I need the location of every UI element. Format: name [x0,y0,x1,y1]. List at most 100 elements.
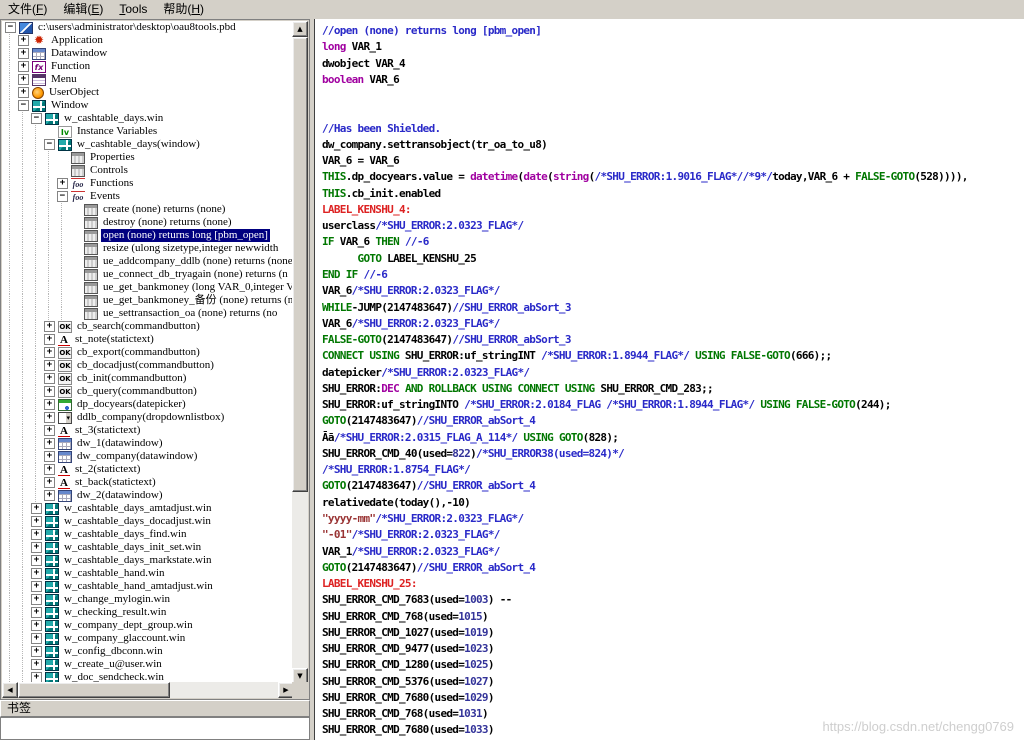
expand-toggle-icon[interactable]: + [31,646,42,657]
expand-toggle-icon[interactable]: + [44,451,55,462]
tree-item[interactable]: open (none) returns long [pbm_open] [2,229,294,242]
tree-item[interactable]: +dw_1(datawindow) [2,437,294,450]
expand-toggle-icon[interactable]: + [44,373,55,384]
tree-item[interactable]: +fxFunction [2,60,294,73]
tree-item[interactable]: Properties [2,151,294,164]
tree-item[interactable]: ue_get_bankmoney_备份 (none) returns (n [2,294,294,307]
tree-item[interactable]: Controls [2,164,294,177]
expand-toggle-icon[interactable]: + [44,399,55,410]
tree-item[interactable]: +OKcb_docadjust(commandbutton) [2,359,294,372]
expand-toggle-icon[interactable]: + [31,503,42,514]
tree-item[interactable]: −w_cashtable_days(window) [2,138,294,151]
expand-toggle-icon[interactable]: + [44,347,55,358]
tree-vertical-scrollbar[interactable]: ▲ ▼ [292,21,308,684]
tree-item[interactable]: destroy (none) returns (none) [2,216,294,229]
tree-item[interactable]: +Ast_back(statictext) [2,476,294,489]
expand-toggle-icon[interactable]: + [44,438,55,449]
tree-item[interactable]: +OKcb_export(commandbutton) [2,346,294,359]
scroll-left-arrow-icon[interactable]: ◀ [2,682,18,698]
bookmarks-header[interactable]: 书签 [0,700,310,717]
collapse-toggle-icon[interactable]: − [57,191,68,202]
tree-item[interactable]: +w_cashtable_days_docadjust.win [2,515,294,528]
tree-item[interactable]: create (none) returns (none) [2,203,294,216]
tree-item[interactable]: −Window [2,99,294,112]
expand-toggle-icon[interactable]: + [44,334,55,345]
tree-item[interactable]: IvInstance Variables [2,125,294,138]
bookmarks-list[interactable] [0,717,310,740]
tree-item[interactable]: −c:\users\administrator\desktop\oau8tool… [2,21,294,34]
tree-horizontal-scrollbar[interactable]: ◀ ▶ [2,682,294,698]
expand-toggle-icon[interactable]: + [44,386,55,397]
expand-toggle-icon[interactable]: + [44,490,55,501]
collapse-toggle-icon[interactable]: − [5,22,16,33]
code-editor[interactable]: //open (none) returns long [pbm_open]lon… [314,19,1024,740]
tree-item[interactable]: +✹Application [2,34,294,47]
tree-item[interactable]: +w_cashtable_days_amtadjust.win [2,502,294,515]
tree-item[interactable]: +Datawindow [2,47,294,60]
tree-item[interactable]: +w_cashtable_days_init_set.win [2,541,294,554]
expand-toggle-icon[interactable]: + [31,659,42,670]
tree-item[interactable]: +OKcb_init(commandbutton) [2,372,294,385]
tree-item[interactable]: +w_cashtable_days_find.win [2,528,294,541]
collapse-toggle-icon[interactable]: − [44,139,55,150]
tree-item[interactable]: ue_connect_db_tryagain (none) returns (n [2,268,294,281]
tree-item[interactable]: +w_cashtable_hand_amtadjust.win [2,580,294,593]
tree-item[interactable]: ue_settransaction_oa (none) returns (no [2,307,294,320]
expand-toggle-icon[interactable]: + [44,425,55,436]
expand-toggle-icon[interactable]: + [31,607,42,618]
scroll-up-arrow-icon[interactable]: ▲ [292,21,308,37]
expand-toggle-icon[interactable]: + [44,477,55,488]
expand-toggle-icon[interactable]: + [44,412,55,423]
expand-toggle-icon[interactable]: + [31,516,42,527]
tree-item[interactable]: +w_checking_result.win [2,606,294,619]
tree-item[interactable]: +Ast_3(statictext) [2,424,294,437]
expand-toggle-icon[interactable]: + [57,178,68,189]
tree-item[interactable]: +Ast_note(statictext) [2,333,294,346]
tree-item[interactable]: +w_create_u@user.win [2,658,294,671]
vertical-scroll-thumb[interactable] [292,37,308,492]
tree-item[interactable]: +w_cashtable_hand.win [2,567,294,580]
tree-item[interactable]: ue_addcompany_ddlb (none) returns (none [2,255,294,268]
expand-toggle-icon[interactable]: + [31,555,42,566]
expand-toggle-icon[interactable]: + [18,35,29,46]
object-tree[interactable]: −c:\users\administrator\desktop\oau8tool… [2,21,294,684]
tree-item[interactable]: +UserObject [2,86,294,99]
expand-toggle-icon[interactable]: + [31,568,42,579]
expand-toggle-icon[interactable]: + [44,321,55,332]
tree-item[interactable]: +dp_docyears(datepicker) [2,398,294,411]
tree-item[interactable]: +OKcb_search(commandbutton) [2,320,294,333]
tree-item[interactable]: −fooEvents [2,190,294,203]
expand-toggle-icon[interactable]: + [31,542,42,553]
expand-toggle-icon[interactable]: + [18,74,29,85]
tree-item[interactable]: +OKcb_query(commandbutton) [2,385,294,398]
tree-item[interactable]: +w_cashtable_days_markstate.win [2,554,294,567]
tree-item[interactable]: +w_company_dept_group.win [2,619,294,632]
expand-toggle-icon[interactable]: + [18,61,29,72]
menu-item-file[interactable]: 文件(F) [0,0,55,19]
tree-item[interactable]: +Menu [2,73,294,86]
tree-item[interactable]: −w_cashtable_days.win [2,112,294,125]
collapse-toggle-icon[interactable]: − [18,100,29,111]
tree-item[interactable]: +w_change_mylogin.win [2,593,294,606]
tree-item[interactable]: +fooFunctions [2,177,294,190]
tree-item[interactable]: resize (ulong sizetype,integer newwidth [2,242,294,255]
expand-toggle-icon[interactable]: + [44,360,55,371]
expand-toggle-icon[interactable]: + [31,594,42,605]
menu-item-help[interactable]: 帮助(H) [155,0,212,19]
tree-item[interactable]: +dw_2(datawindow) [2,489,294,502]
tree-item[interactable]: +w_config_dbconn.win [2,645,294,658]
expand-toggle-icon[interactable]: + [31,581,42,592]
expand-toggle-icon[interactable]: + [18,87,29,98]
tree-item[interactable]: +Ast_2(statictext) [2,463,294,476]
menu-item-tools[interactable]: Tools [111,0,155,19]
expand-toggle-icon[interactable]: + [31,529,42,540]
tree-item[interactable]: +dw_company(datawindow) [2,450,294,463]
expand-toggle-icon[interactable]: + [31,633,42,644]
expand-toggle-icon[interactable]: + [31,620,42,631]
tree-item[interactable]: +w_company_glaccount.win [2,632,294,645]
expand-toggle-icon[interactable]: + [44,464,55,475]
expand-toggle-icon[interactable]: + [18,48,29,59]
collapse-toggle-icon[interactable]: − [31,113,42,124]
horizontal-scroll-thumb[interactable] [18,682,170,698]
tree-item[interactable]: +▾ddlb_company(dropdownlistbox) [2,411,294,424]
